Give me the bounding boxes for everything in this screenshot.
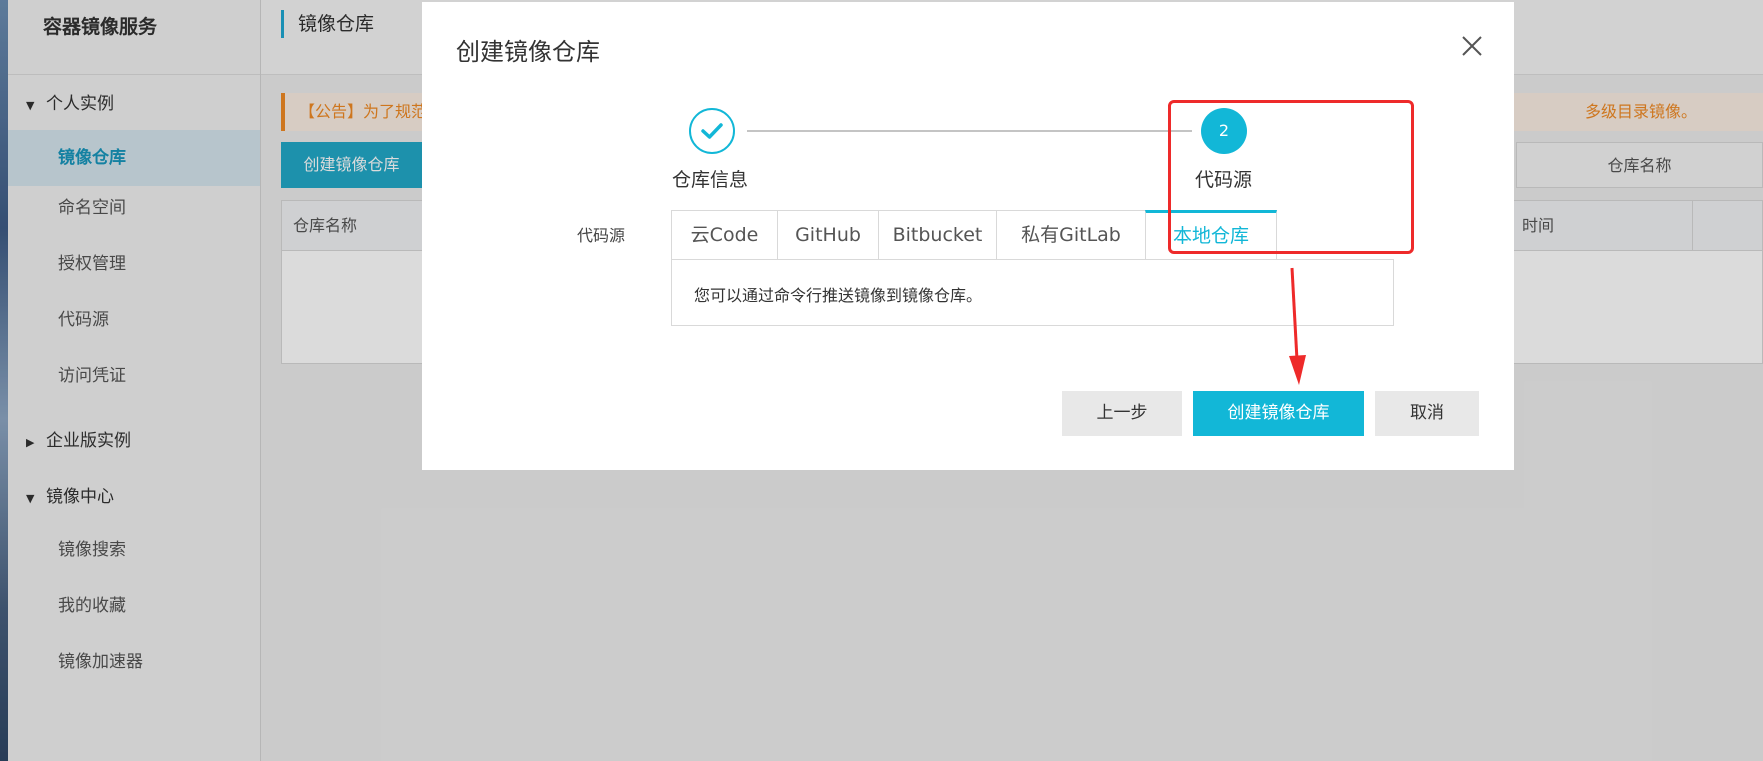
tab-github[interactable]: GitHub (777, 210, 878, 260)
tab-bitbucket[interactable]: Bitbucket (878, 210, 996, 260)
tab-cloud-code[interactable]: 云Code (671, 210, 777, 260)
highlight-box-annotation (1168, 100, 1414, 254)
step-1-label: 仓库信息 (672, 169, 749, 191)
create-repository-button[interactable]: 创建镜像仓库 (1193, 391, 1364, 436)
checkmark-icon (701, 123, 723, 139)
step-connector (747, 130, 1192, 132)
code-source-label: 代码源 (577, 226, 626, 245)
close-icon[interactable] (1454, 28, 1490, 64)
tab-panel-local: 您可以通过命令行推送镜像到镜像仓库。 (671, 259, 1394, 326)
previous-step-button[interactable]: 上一步 (1062, 391, 1182, 436)
tab-private-gitlab[interactable]: 私有GitLab (996, 210, 1145, 260)
panel-description: 您可以通过命令行推送镜像到镜像仓库。 (694, 286, 983, 305)
dialog-title: 创建镜像仓库 (456, 38, 600, 66)
step-1-done (689, 108, 735, 154)
cancel-button[interactable]: 取消 (1375, 391, 1479, 436)
